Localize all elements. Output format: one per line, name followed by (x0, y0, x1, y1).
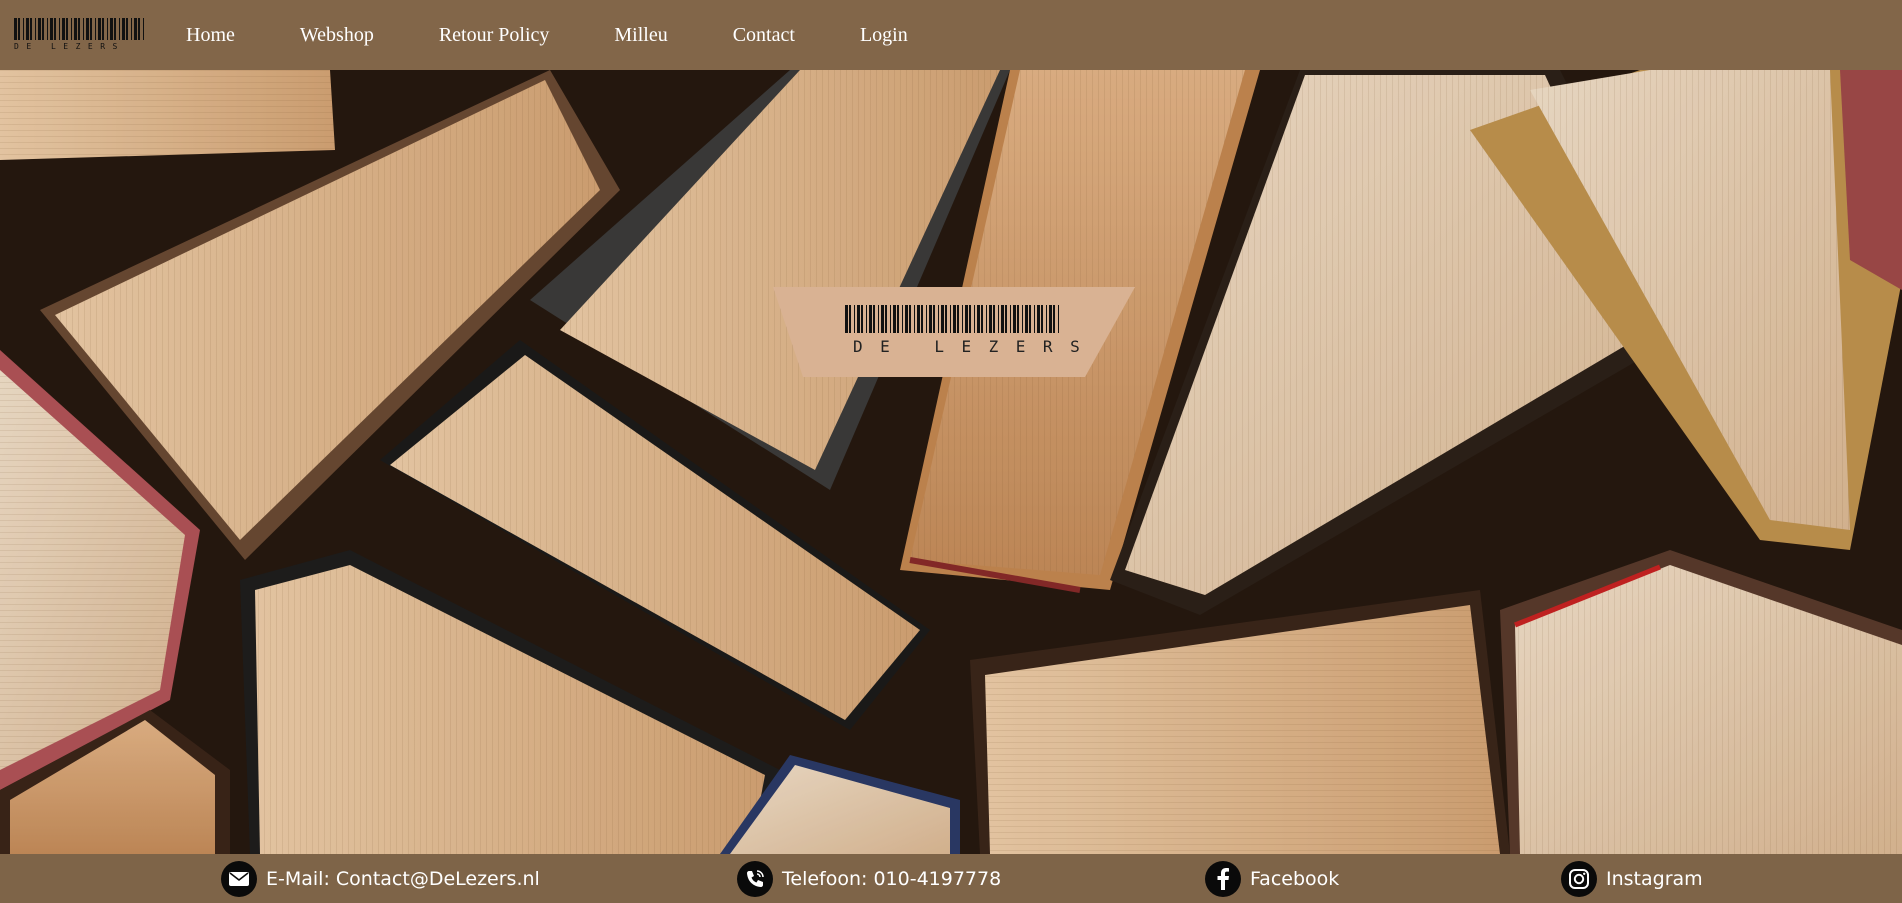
phone-icon (737, 861, 773, 897)
nav-milleu[interactable]: Milleu (614, 24, 667, 47)
facebook-label: Facebook (1250, 868, 1340, 890)
facebook-link[interactable]: Facebook (1205, 861, 1339, 897)
email-contact[interactable]: E-Mail: Contact@DeLezers.nl (221, 861, 540, 897)
badge-text: DE LEZERS (853, 337, 1097, 356)
nav-home[interactable]: Home (186, 24, 235, 47)
barcode-logo[interactable]: DE LEZERS (12, 17, 148, 51)
facebook-icon (1205, 861, 1241, 897)
nav-webshop[interactable]: Webshop (300, 24, 374, 47)
email-label: E-Mail: Contact@DeLezers.nl (266, 868, 540, 890)
phone-contact[interactable]: Telefoon: 010-4197778 (737, 861, 1001, 897)
logo-text: DE LEZERS (14, 42, 125, 51)
hero-banner: DE LEZERS (0, 70, 1902, 854)
books-background-image (0, 70, 1902, 854)
instagram-label: Instagram (1606, 868, 1703, 890)
instagram-link[interactable]: Instagram (1561, 861, 1703, 897)
nav-retour-policy[interactable]: Retour Policy (439, 24, 550, 47)
contact-footer: E-Mail: Contact@DeLezers.nl Telefoon: 01… (0, 854, 1902, 903)
instagram-icon (1561, 861, 1597, 897)
envelope-icon (221, 861, 257, 897)
hero-logo-badge: DE LEZERS (773, 287, 1135, 377)
main-nav: Home Webshop Retour Policy Milleu Contac… (186, 0, 973, 70)
phone-label: Telefoon: 010-4197778 (782, 868, 1002, 890)
nav-contact[interactable]: Contact (733, 24, 795, 47)
nav-login[interactable]: Login (860, 24, 908, 47)
top-navbar: DE LEZERS Home Webshop Retour Policy Mil… (0, 0, 1902, 70)
